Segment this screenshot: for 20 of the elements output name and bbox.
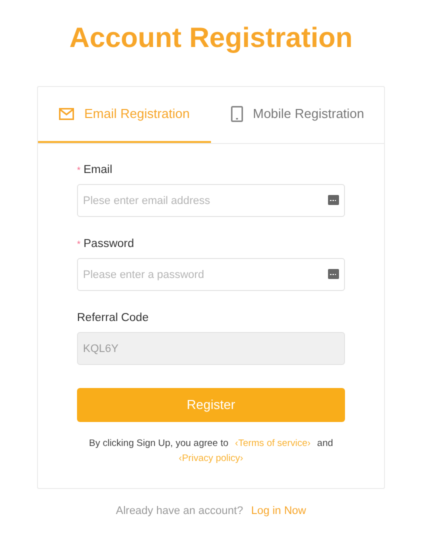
required-mark: *	[77, 238, 81, 252]
register-button[interactable]: Register	[77, 388, 345, 422]
input-field[interactable]: Please enter a password	[77, 258, 345, 291]
agreement-text: By clicking Sign Up, you agree to ‹Terms of service› and ‹Privacy policy›	[88, 437, 334, 466]
phone-icon	[230, 106, 243, 122]
login-link[interactable]: Log in Now	[251, 503, 306, 520]
mail-icon	[59, 108, 74, 120]
card-icon[interactable]	[328, 269, 339, 279]
account-prompt: Already have an account?	[116, 504, 244, 519]
tab[interactable]: Email Registration	[38, 87, 211, 143]
terms-link[interactable]: ‹Terms of service›	[235, 438, 311, 449]
field-label: Password	[84, 237, 134, 252]
field-label: Referral Code	[77, 311, 149, 326]
card-icon[interactable]	[328, 195, 339, 205]
tab[interactable]: Mobile Registration	[211, 87, 384, 143]
privacy-link[interactable]: ‹Privacy policy›	[178, 453, 244, 464]
page-title: Account Registration	[69, 21, 353, 55]
required-mark: *	[77, 164, 81, 178]
field-label: Email	[84, 163, 112, 178]
input-field[interactable]: Plese enter email address	[77, 184, 345, 217]
